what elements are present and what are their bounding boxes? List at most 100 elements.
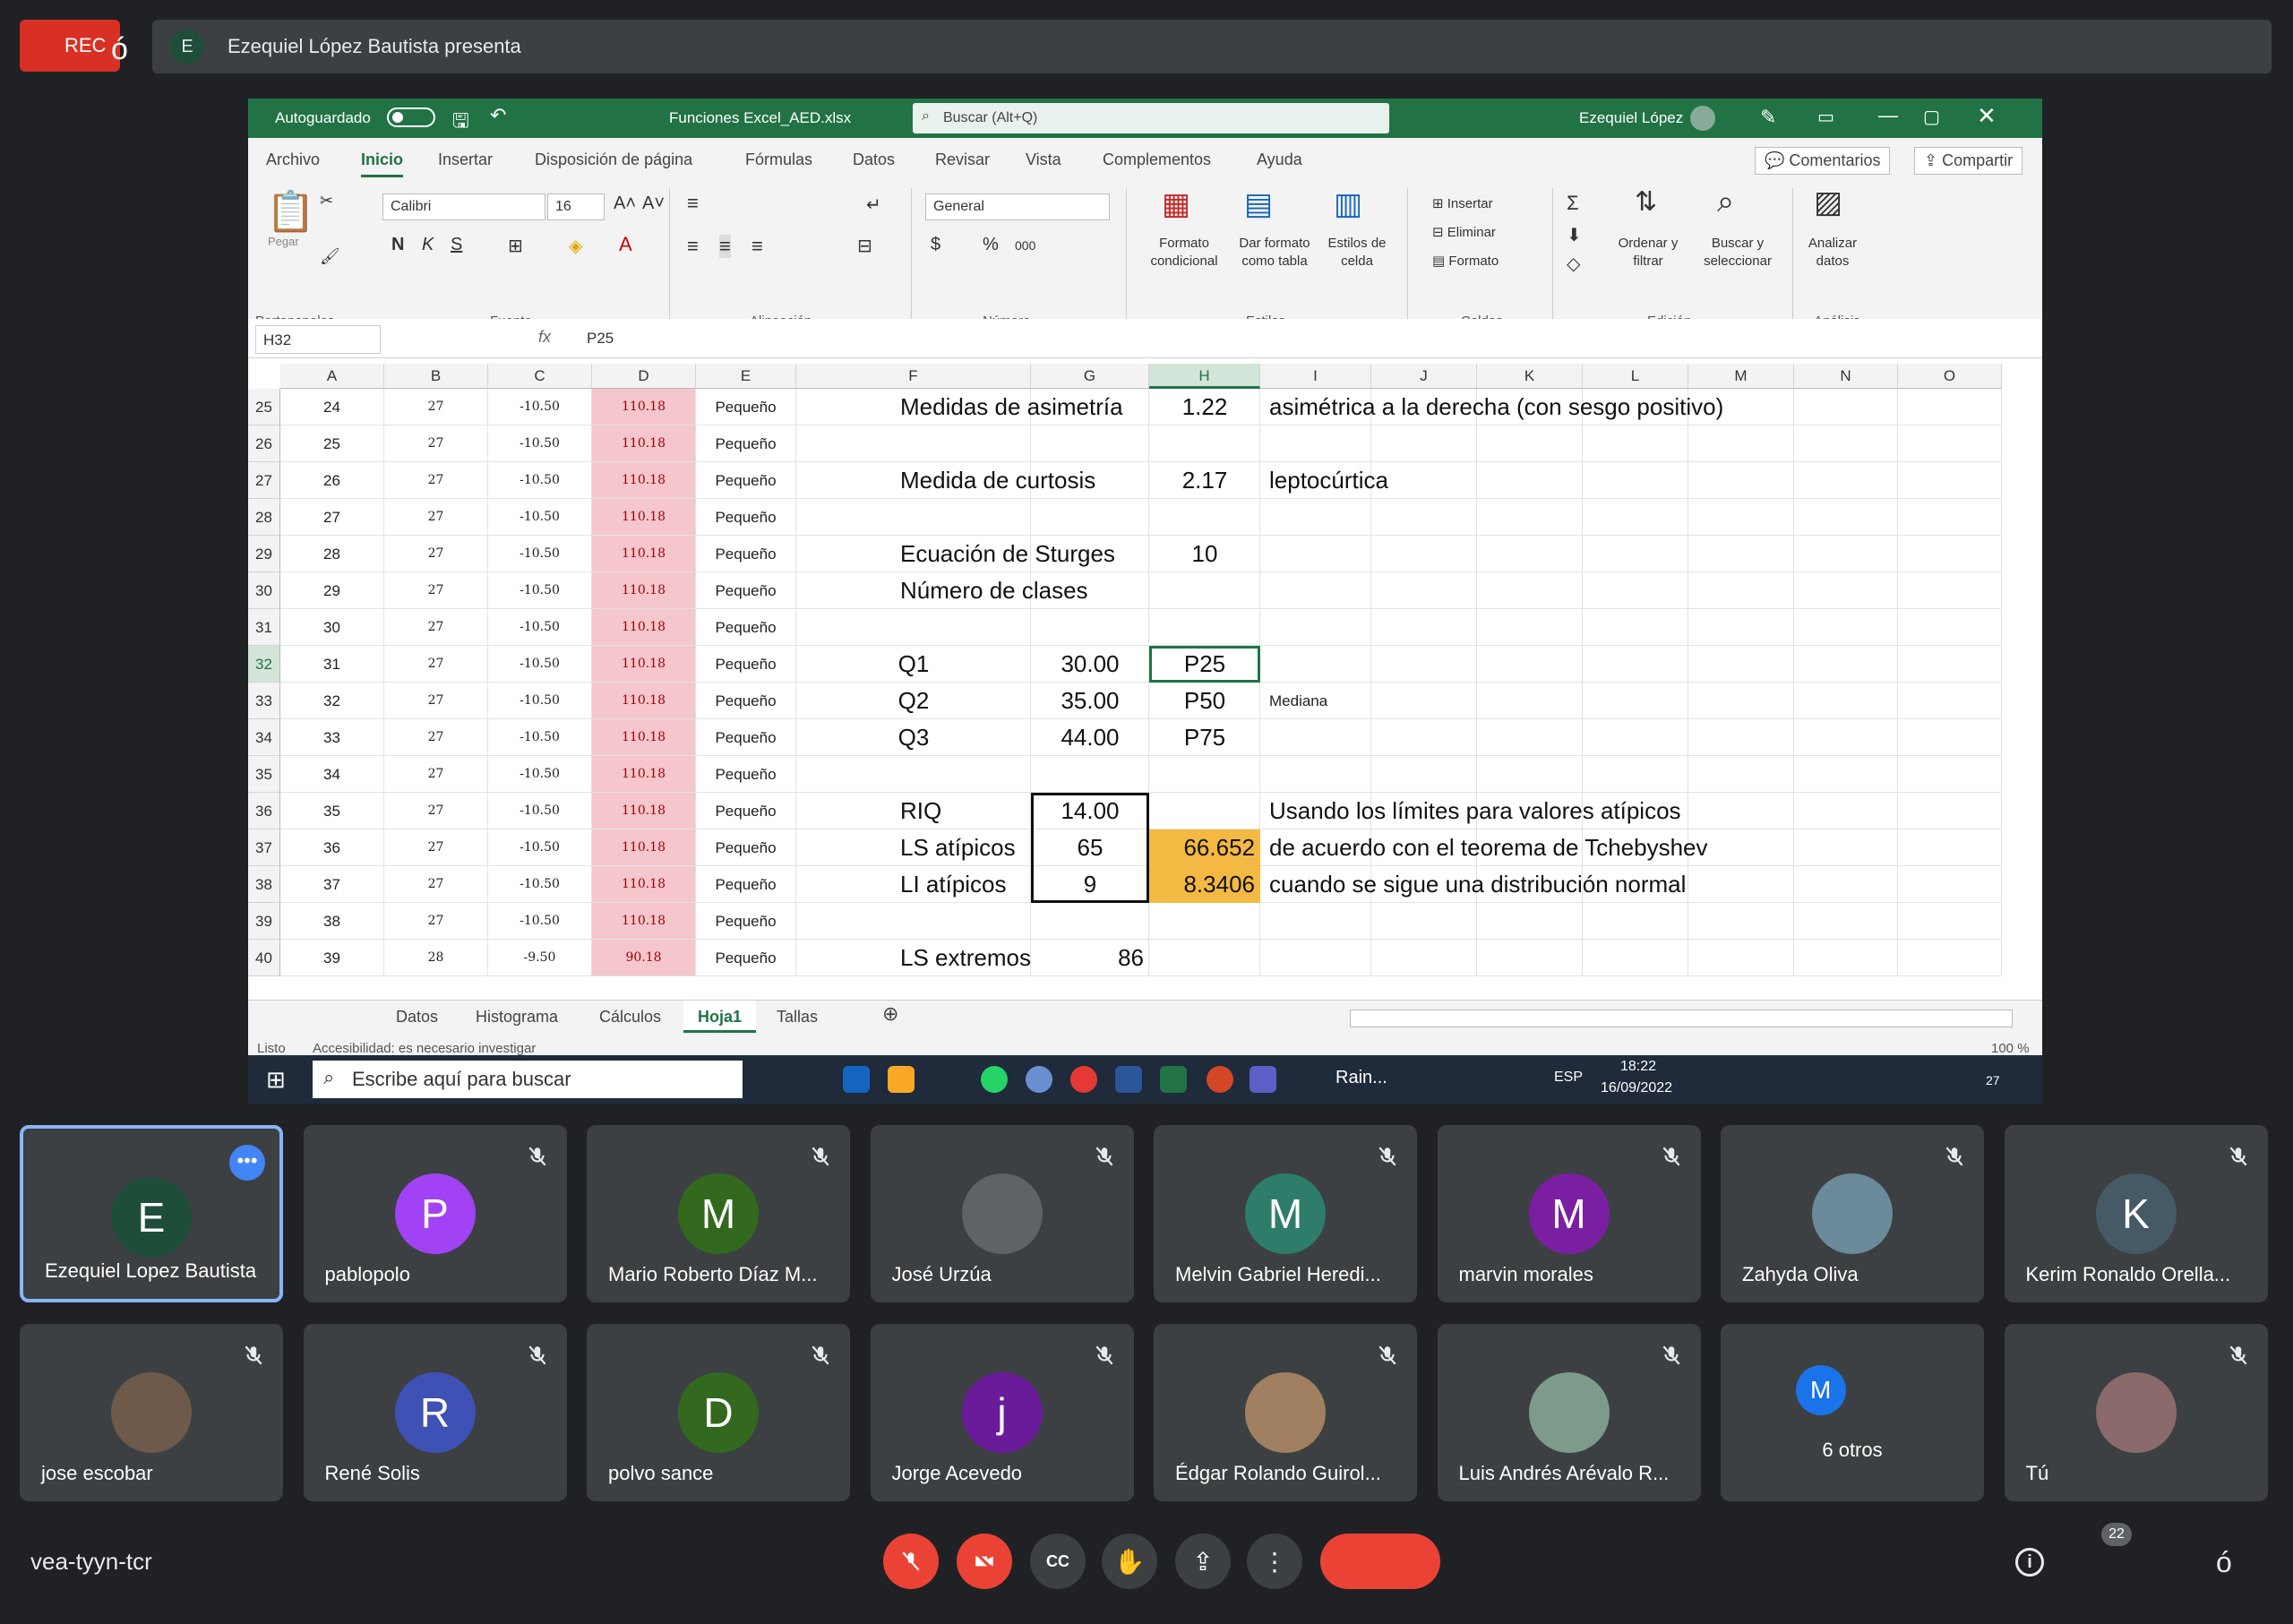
cell-empty[interactable] — [1371, 719, 1477, 756]
cell-empty[interactable] — [1794, 572, 1898, 609]
cell-empty[interactable] — [1898, 572, 2002, 609]
align-center-icon[interactable]: ≡ — [719, 235, 731, 258]
column-header-b[interactable]: B — [384, 364, 488, 389]
cell-empty[interactable] — [1583, 940, 1688, 976]
cell-empty[interactable] — [1688, 646, 1794, 683]
powerpoint-icon[interactable] — [1207, 1066, 1233, 1093]
align-left-icon[interactable]: ≡ — [687, 235, 699, 258]
cell-empty[interactable] — [1898, 683, 2002, 719]
participant-tile[interactable]: M 6 otros — [1721, 1324, 1984, 1501]
participant-tile[interactable]: Mmarvin morales — [1437, 1125, 1701, 1302]
cell-empty[interactable] — [1898, 609, 2002, 646]
excel-icon[interactable] — [1160, 1066, 1187, 1093]
sheet-tab-hoja1[interactable]: Hoja1 — [683, 1001, 757, 1033]
edge-icon[interactable] — [843, 1066, 870, 1093]
cell-empty[interactable] — [1688, 609, 1794, 646]
tab-formulas[interactable]: Fórmulas — [745, 150, 812, 169]
cell-c[interactable]: -10.50 — [488, 499, 592, 536]
value-sturges[interactable]: 10 — [1149, 536, 1260, 572]
cell-a[interactable]: 29 — [280, 572, 384, 609]
cell-a[interactable]: 37 — [280, 866, 384, 903]
cell-empty[interactable] — [1794, 425, 1898, 462]
cell-empty[interactable] — [1260, 719, 1371, 756]
cell-empty[interactable] — [1794, 646, 1898, 683]
note-asimetria[interactable]: asimétrica a la derecha (con sesgo posit… — [1264, 389, 1980, 425]
note-line-1[interactable]: Usando los límites para valores atípicos — [1264, 793, 1980, 829]
cell-empty[interactable] — [1149, 756, 1260, 793]
participant-tile[interactable]: Ppablopolo — [303, 1125, 567, 1302]
cell-empty[interactable] — [1477, 609, 1583, 646]
value-asimetria[interactable]: 1.22 — [1149, 389, 1260, 425]
label-q2[interactable]: Q2 — [796, 683, 1031, 719]
cell-empty[interactable] — [1371, 646, 1477, 683]
participant-tile[interactable]: R René Solis — [303, 1324, 567, 1501]
name-box[interactable]: H32 — [255, 325, 381, 354]
cell-c[interactable]: -10.50 — [488, 425, 592, 462]
italic-button[interactable]: K — [422, 235, 434, 255]
horizontal-scrollbar[interactable] — [1350, 1010, 2013, 1027]
cell-b[interactable]: 27 — [384, 462, 488, 499]
row-header[interactable]: 34 — [248, 719, 280, 756]
tab-complementos[interactable]: Complementos — [1103, 150, 1211, 169]
clear-icon[interactable]: ◇ — [1567, 253, 1580, 275]
cell-empty[interactable] — [1477, 499, 1583, 536]
label-clases[interactable]: Número de clases — [895, 572, 1164, 609]
sum-icon[interactable]: Σ — [1567, 192, 1579, 215]
tab-revisar[interactable]: Revisar — [935, 150, 990, 169]
cell-c[interactable]: -10.50 — [488, 389, 592, 425]
cell-empty[interactable] — [1794, 462, 1898, 499]
windows-start-icon[interactable]: ⊞ — [266, 1066, 286, 1094]
taskbar-search[interactable]: ⌕ Escribe aquí para buscar — [313, 1061, 743, 1098]
cell-d[interactable]: 110.18 — [592, 536, 696, 572]
row-header[interactable]: 39 — [248, 903, 280, 940]
cell-empty[interactable] — [1477, 683, 1583, 719]
cell-b[interactable]: 27 — [384, 866, 488, 903]
ribbon-display-icon[interactable]: ▭ — [1817, 106, 1834, 128]
whatsapp-icon[interactable] — [981, 1066, 1008, 1093]
font-shrink-icon[interactable]: A˅ — [642, 193, 665, 214]
underline-button[interactable]: S — [451, 235, 462, 255]
column-header-h[interactable]: H — [1149, 364, 1260, 389]
label-ls[interactable]: LS atípicos — [895, 829, 1029, 866]
cell-b[interactable]: 27 — [384, 793, 488, 829]
percentile-q3[interactable]: P75 — [1149, 719, 1260, 756]
participant-tile[interactable]: Zahyda Oliva — [1721, 1125, 1984, 1302]
row-header[interactable]: 35 — [248, 756, 280, 793]
tab-datos[interactable]: Datos — [853, 150, 895, 169]
cell-a[interactable]: 32 — [280, 683, 384, 719]
cell-empty[interactable] — [1371, 499, 1477, 536]
row-header[interactable]: 27 — [248, 462, 280, 499]
cell-empty[interactable] — [1794, 683, 1898, 719]
cell-empty[interactable] — [1898, 756, 2002, 793]
worksheet-grid[interactable]: A B C D E F G H I J K L M N O 25 24 27 -10.50 110.18 Pequeño… — [248, 364, 2022, 1000]
cell-empty[interactable] — [1688, 462, 1794, 499]
analyze-data-icon[interactable]: ▨ — [1814, 185, 1842, 220]
cell-empty[interactable] — [1898, 646, 2002, 683]
tab-ayuda[interactable]: Ayuda — [1257, 150, 1302, 169]
cell-e[interactable]: Pequeño — [696, 940, 796, 976]
participant-tile[interactable]: José Urzúa — [870, 1125, 1134, 1302]
cell-a[interactable]: 27 — [280, 499, 384, 536]
sheet-tab-calculos[interactable]: Cálculos — [599, 1008, 661, 1027]
cell-empty[interactable] — [1477, 572, 1583, 609]
sort-filter-icon[interactable]: ⇅ — [1635, 186, 1657, 218]
value-ls-extremos[interactable]: 86 — [1031, 940, 1149, 976]
cell-a[interactable]: 34 — [280, 756, 384, 793]
column-header-c[interactable]: C — [488, 364, 592, 389]
undo-icon[interactable]: ↶ — [490, 104, 506, 127]
cell-empty[interactable] — [1794, 756, 1898, 793]
cell-empty[interactable] — [1149, 572, 1260, 609]
column-header-d[interactable]: D — [592, 364, 696, 389]
cell-a[interactable]: 39 — [280, 940, 384, 976]
cell-empty[interactable] — [1477, 425, 1583, 462]
cell-a[interactable]: 35 — [280, 793, 384, 829]
cell-empty[interactable] — [1260, 646, 1371, 683]
row-header[interactable]: 29 — [248, 536, 280, 572]
camera-toggle-button[interactable] — [957, 1534, 1012, 1589]
sheet-tab-histograma[interactable]: Histograma — [476, 1008, 558, 1027]
save-icon[interactable]: 🖫 — [452, 106, 469, 140]
font-size-select[interactable]: 16 — [547, 193, 605, 220]
cell-empty[interactable] — [1794, 536, 1898, 572]
cell-c[interactable]: -9.50 — [488, 940, 592, 976]
row-header[interactable]: 32 — [248, 646, 280, 683]
